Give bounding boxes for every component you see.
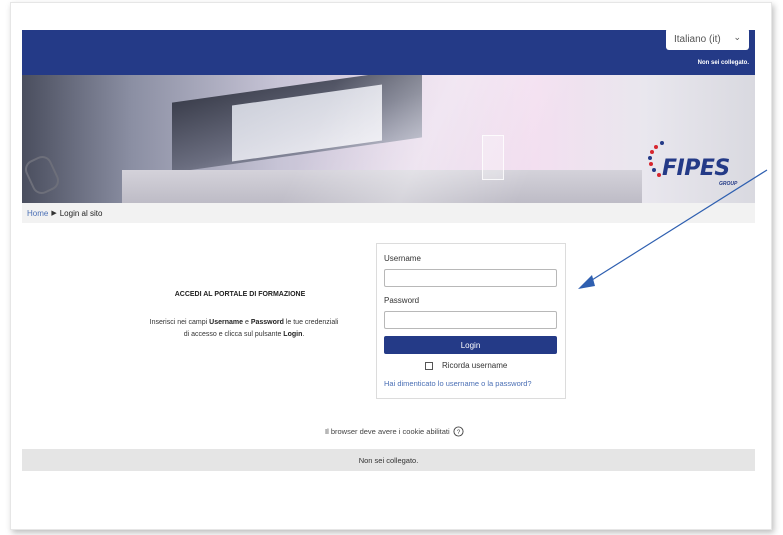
info-title: ACCEDI AL PORTALE DI FORMAZIONE [174,291,306,298]
remember-username[interactable]: Ricorda username [425,361,507,370]
password-input[interactable] [384,311,557,329]
breadcrumb-current: Login al sito [59,208,103,218]
password-label: Password [384,296,420,305]
username-label: Username [384,254,421,263]
language-select[interactable]: Italiano (it) ⌄ [666,28,749,50]
footer: Non sei collegato. [22,449,755,471]
remember-label: Ricorda username [442,361,508,370]
chevron-down-icon: ⌄ [733,32,741,42]
login-button[interactable]: Login [384,336,557,354]
info-body-password: Password [250,319,284,326]
cookies-notice: Il browser deve avere i cookie abilitati… [325,426,464,437]
login-card: Username Password Login Ricorda username… [376,243,566,399]
top-navbar: Italiano (it) ⌄ Non sei collegato. [22,28,755,75]
username-input[interactable] [384,269,557,287]
info-body-username: Username [209,319,244,326]
language-select-value: Italiano (it) [674,33,721,45]
svg-text:?: ? [456,429,460,436]
login-status-text: Non sei collegato. [697,60,749,66]
annotation-arrow-icon [578,169,768,289]
info-body-text-1: Inserisci nei campi [149,319,210,326]
info-body-login: Login [283,331,303,338]
footer-login-status: Non sei collegato. [358,455,419,465]
info-body: Inserisci nei campi Username e Password … [146,317,342,341]
remember-checkbox[interactable] [425,361,433,370]
info-body-text-4: . [302,331,305,338]
breadcrumb-separator-icon: ▶ [51,210,57,217]
forgot-credentials-link[interactable]: Hai dimenticato lo username o la passwor… [384,379,532,388]
cookies-notice-text: Il browser deve avere i cookie abilitati [325,427,450,436]
breadcrumb-home-link[interactable]: Home [27,209,48,218]
help-question-icon[interactable]: ? [453,426,464,437]
info-body-text-2: e [243,319,251,326]
